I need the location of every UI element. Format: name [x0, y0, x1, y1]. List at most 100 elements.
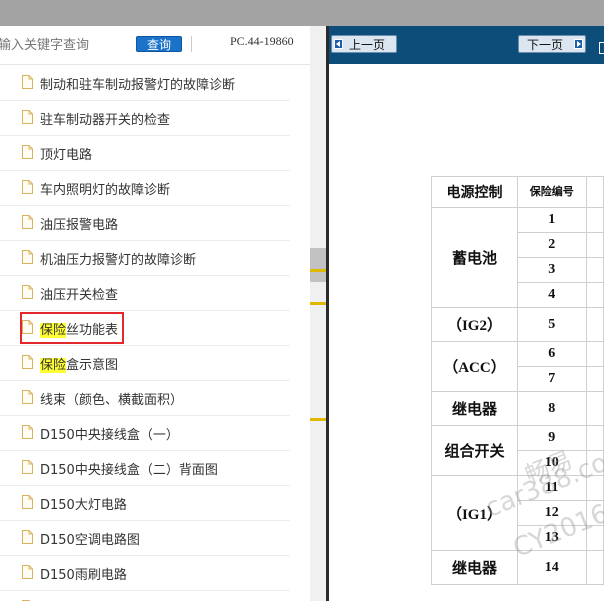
toc-item-label: 保险盒示意图	[40, 354, 118, 373]
toc-item[interactable]: D150雨刷电路	[0, 556, 290, 591]
power-source-cell: 组合开关	[431, 425, 518, 476]
toc-item-label: D150雨刷电路	[40, 568, 127, 583]
toc-item-label: D150中央接线盒（一）	[40, 428, 179, 443]
document-icon	[22, 530, 33, 544]
search-button[interactable]: 查询	[136, 36, 182, 52]
search-hit-marker	[310, 269, 326, 272]
arrow-left-icon	[334, 39, 343, 49]
arrow-right-icon	[574, 39, 583, 49]
toc-item[interactable]: D150转向灯电路	[0, 591, 290, 601]
header-power-source: 电源控制	[431, 176, 518, 208]
table-cell	[585, 341, 604, 367]
document-icon	[22, 390, 33, 404]
toc-item[interactable]: D150中央接线盒（二）背面图	[0, 451, 290, 486]
fuse-number-cell: 5	[516, 307, 587, 342]
power-source-cell: （ACC）	[431, 341, 518, 392]
table-row: 蓄电池 1	[431, 207, 604, 308]
toc-item[interactable]: D150空调电路图	[0, 521, 290, 556]
toc-item-label: 线束（颜色、横截面积）	[40, 393, 184, 408]
toc-item[interactable]: 顶灯电路	[0, 136, 290, 171]
toc-list: 制动和驻车制动报警灯的故障诊断 驻车制动器开关的检查 顶灯电路车内照明灯的故障诊断油…	[0, 66, 290, 601]
search-input[interactable]	[0, 35, 126, 55]
document-icon	[22, 250, 33, 264]
prev-page-label: 上一页	[349, 38, 386, 52]
toc-scrollbar[interactable]	[310, 26, 326, 601]
document-icon	[22, 460, 33, 474]
table-row: 继电器 8	[431, 391, 604, 426]
document-icon	[22, 565, 33, 579]
fuse-number-cell: 6	[516, 341, 587, 367]
toc-item[interactable]: 油压开关检查	[0, 276, 290, 311]
toc-item[interactable]: 驻车制动器开关的检查	[0, 101, 290, 136]
table-cell	[585, 207, 604, 233]
table-row: （ACC） 6	[431, 341, 604, 392]
toc-item-label: 机油压力报警灯的故障诊断	[40, 253, 197, 268]
toc-item[interactable]: 保险丝功能表	[0, 311, 290, 346]
document-viewer: 上一页 下一页 电源控制 保险编号 蓄电池 1 2 3 4 （IG2） 5 （ACC） 6 7 继电…	[329, 26, 604, 601]
search-highlight: 保险	[40, 358, 67, 373]
page-nav-bar: 上一页 下一页	[329, 26, 604, 64]
toc-item-label: 油压开关检查	[40, 288, 119, 303]
table-cell	[585, 307, 604, 342]
document-icon	[22, 285, 33, 299]
fuse-number-cell: 3	[516, 257, 587, 283]
toc-item-label: 油压报警电路	[40, 218, 119, 233]
toc-panel: 查询 PC.44-19860 制动和驻车制动报警灯的故障诊断驻车制动器开关的检查…	[0, 26, 326, 601]
table-cell	[585, 391, 604, 426]
fuse-number-cell: 7	[516, 366, 587, 392]
document-code: PC.44-19860	[230, 34, 294, 48]
fuse-number-cell: 1	[516, 207, 587, 233]
toc-item[interactable]: 机油压力报警灯的故障诊断	[0, 241, 290, 276]
power-source-cell: 继电器	[431, 550, 518, 585]
document-icon	[22, 180, 33, 194]
fuse-number-cell: 8	[516, 391, 587, 426]
document-icon	[22, 215, 33, 229]
toc-item-label: 制动和驻车制动报警灯的故障诊断	[40, 78, 236, 93]
toc-item-label: 车内照明灯的故障诊断	[40, 183, 171, 198]
table-cell	[585, 425, 604, 451]
search-divider	[191, 36, 192, 52]
next-page-button[interactable]: 下一页	[518, 35, 586, 53]
table-row: 组合开关 9	[431, 425, 604, 476]
toc-item-label: D150中央接线盒（二）背面图	[40, 463, 218, 478]
toc-item[interactable]: 制动和驻车制动报警灯的故障诊断	[0, 66, 290, 101]
toc-item-label-rest: 盒示意图	[66, 358, 119, 373]
toc-item-label: D150空调电路图	[40, 533, 140, 548]
document-icon	[22, 145, 33, 159]
header-extra-column	[585, 176, 604, 208]
toc-item-label: 驻车制动器开关的检查	[40, 113, 171, 128]
header-fuse-number: 保险编号	[516, 176, 587, 208]
toc-item[interactable]: 油压报警电路	[0, 206, 290, 241]
toc-item[interactable]: D150大灯电路	[0, 486, 290, 521]
table-cell	[585, 257, 604, 283]
document-icon	[22, 425, 33, 439]
next-page-label: 下一页	[527, 38, 564, 52]
search-bar: 查询 PC.44-19860	[0, 26, 310, 65]
toc-item[interactable]: 保险盒示意图	[0, 346, 290, 381]
power-source-cell: 继电器	[431, 391, 518, 426]
document-icon	[22, 495, 33, 509]
table-cell	[585, 366, 604, 392]
table-cell	[585, 550, 604, 585]
fuse-number-cell: 4	[516, 282, 587, 308]
scrollbar-thumb[interactable]	[310, 248, 326, 282]
toc-item[interactable]: 线束（颜色、横截面积）	[0, 381, 290, 416]
toc-item-label: 顶灯电路	[40, 148, 93, 163]
toc-item[interactable]: 车内照明灯的故障诊断	[0, 171, 290, 206]
toc-item[interactable]: D150中央接线盒（一）	[0, 416, 290, 451]
search-hit-marker	[310, 302, 326, 305]
search-hit-marker	[310, 418, 326, 421]
table-cell	[585, 282, 604, 308]
selection-outline	[20, 312, 124, 344]
table-cell	[585, 232, 604, 258]
document-icon	[22, 355, 33, 369]
toc-item-label: D150大灯电路	[40, 498, 127, 513]
power-source-cell: 蓄电池	[431, 207, 518, 308]
power-source-cell: （IG2）	[431, 307, 518, 342]
prev-page-button[interactable]: 上一页	[331, 35, 397, 53]
document-icon	[22, 110, 33, 124]
fuse-number-cell: 2	[516, 232, 587, 258]
toolbar-icon[interactable]	[599, 42, 604, 54]
table-row: （IG2） 5	[431, 307, 604, 342]
document-icon	[22, 75, 33, 89]
